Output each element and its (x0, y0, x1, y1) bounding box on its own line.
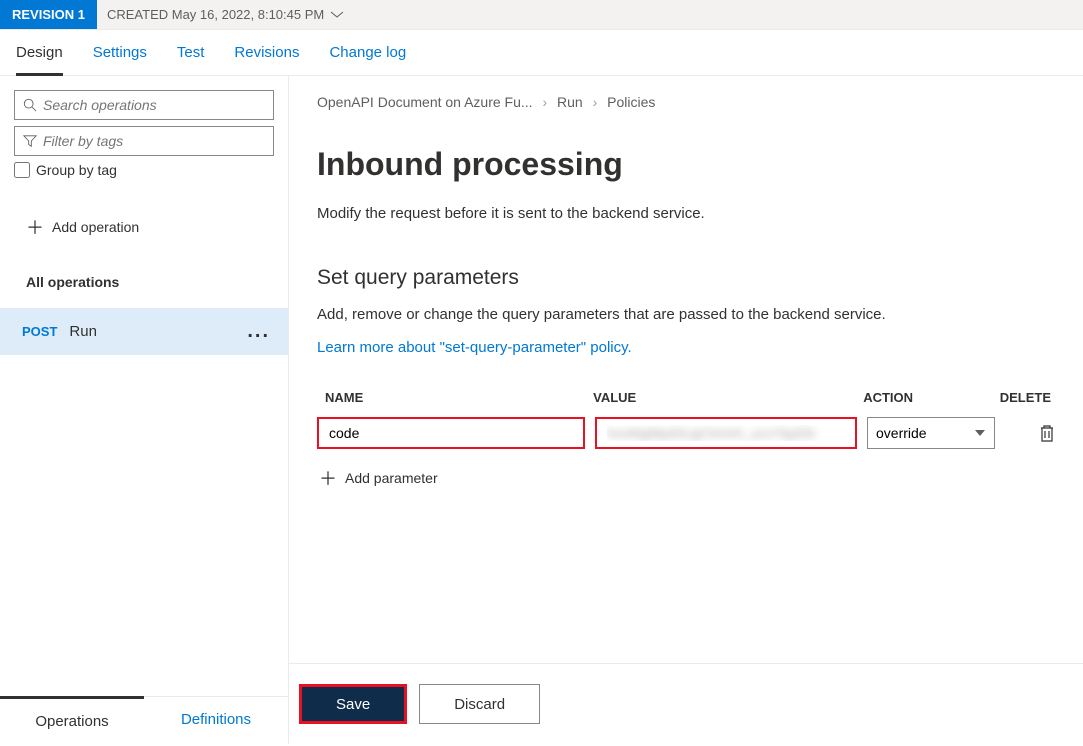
breadcrumb: OpenAPI Document on Azure Fu... › Run › … (317, 94, 1055, 110)
footer-bar: Save Discard (289, 663, 1083, 744)
breadcrumb-item[interactable]: OpenAPI Document on Azure Fu... (317, 94, 533, 110)
operation-item-run[interactable]: POST Run ... (0, 308, 288, 355)
col-header-name: NAME (317, 390, 593, 405)
revision-badge[interactable]: REVISION 1 (0, 0, 97, 29)
section-title: Set query parameters (317, 266, 1055, 290)
group-by-tag[interactable]: Group by tag (14, 162, 274, 178)
plus-icon: ＋ (319, 465, 337, 491)
table-header-row: NAME VALUE ACTION DELETE (317, 382, 1055, 413)
tab-test[interactable]: Test (177, 44, 205, 75)
content: Group by tag ＋ Add operation All operati… (0, 76, 1083, 744)
breadcrumb-item: Policies (607, 94, 655, 110)
page-description: Modify the request before it is sent to … (317, 205, 1055, 222)
param-name-input[interactable] (317, 417, 585, 449)
tab-changelog[interactable]: Change log (329, 44, 406, 75)
group-by-checkbox[interactable] (14, 162, 30, 178)
group-by-label: Group by tag (36, 162, 117, 178)
method-badge: POST (22, 324, 57, 339)
tab-design[interactable]: Design (16, 44, 63, 76)
add-parameter[interactable]: ＋ Add parameter (317, 453, 1055, 503)
parameter-table: NAME VALUE ACTION DELETE override (317, 382, 1055, 503)
search-box[interactable] (14, 90, 274, 120)
discard-button[interactable]: Discard (419, 684, 540, 724)
sidebar-tab-operations[interactable]: Operations (0, 696, 144, 744)
main-panel: OpenAPI Document on Azure Fu... › Run › … (289, 76, 1083, 744)
col-header-value: VALUE (593, 390, 863, 405)
search-input[interactable] (43, 97, 265, 113)
save-button[interactable]: Save (299, 684, 407, 724)
sidebar: Group by tag ＋ Add operation All operati… (0, 76, 289, 744)
param-value-input[interactable] (595, 417, 857, 449)
top-bar: REVISION 1 CREATED May 16, 2022, 8:10:45… (0, 0, 1083, 30)
chevron-right-icon: › (593, 94, 598, 110)
sidebar-bottom-tabs: Operations Definitions (0, 696, 288, 744)
created-label: CREATED May 16, 2022, 8:10:45 PM (107, 7, 324, 22)
more-icon[interactable]: ... (247, 320, 270, 343)
param-action-select[interactable]: override (867, 417, 995, 449)
tab-settings[interactable]: Settings (93, 44, 147, 75)
col-header-action: ACTION (863, 390, 1000, 405)
filter-input[interactable] (43, 133, 265, 149)
revision-date[interactable]: CREATED May 16, 2022, 8:10:45 PM (97, 7, 344, 22)
page-title: Inbound processing (317, 146, 1055, 183)
add-operation-label: Add operation (52, 219, 139, 235)
all-operations-header[interactable]: All operations (0, 266, 288, 308)
section-description: Add, remove or change the query paramete… (317, 306, 1055, 323)
learn-more-link[interactable]: Learn more about "set-query-parameter" p… (317, 339, 632, 356)
table-row: override (317, 413, 1055, 453)
add-operation[interactable]: ＋ Add operation (0, 188, 288, 266)
sidebar-top: Group by tag (0, 76, 288, 188)
tab-revisions[interactable]: Revisions (234, 44, 299, 75)
main-tabs: Design Settings Test Revisions Change lo… (0, 30, 1083, 76)
sidebar-tab-definitions[interactable]: Definitions (144, 697, 288, 744)
operation-name: Run (69, 323, 97, 340)
plus-icon: ＋ (26, 214, 44, 240)
search-icon (23, 98, 37, 112)
breadcrumb-item[interactable]: Run (557, 94, 583, 110)
col-header-delete: DELETE (1000, 390, 1055, 405)
filter-box[interactable] (14, 126, 274, 156)
chevron-down-icon (330, 11, 344, 19)
filter-icon (23, 134, 37, 148)
add-parameter-label: Add parameter (345, 470, 438, 486)
chevron-right-icon: › (542, 94, 547, 110)
delete-icon[interactable] (1039, 424, 1055, 442)
